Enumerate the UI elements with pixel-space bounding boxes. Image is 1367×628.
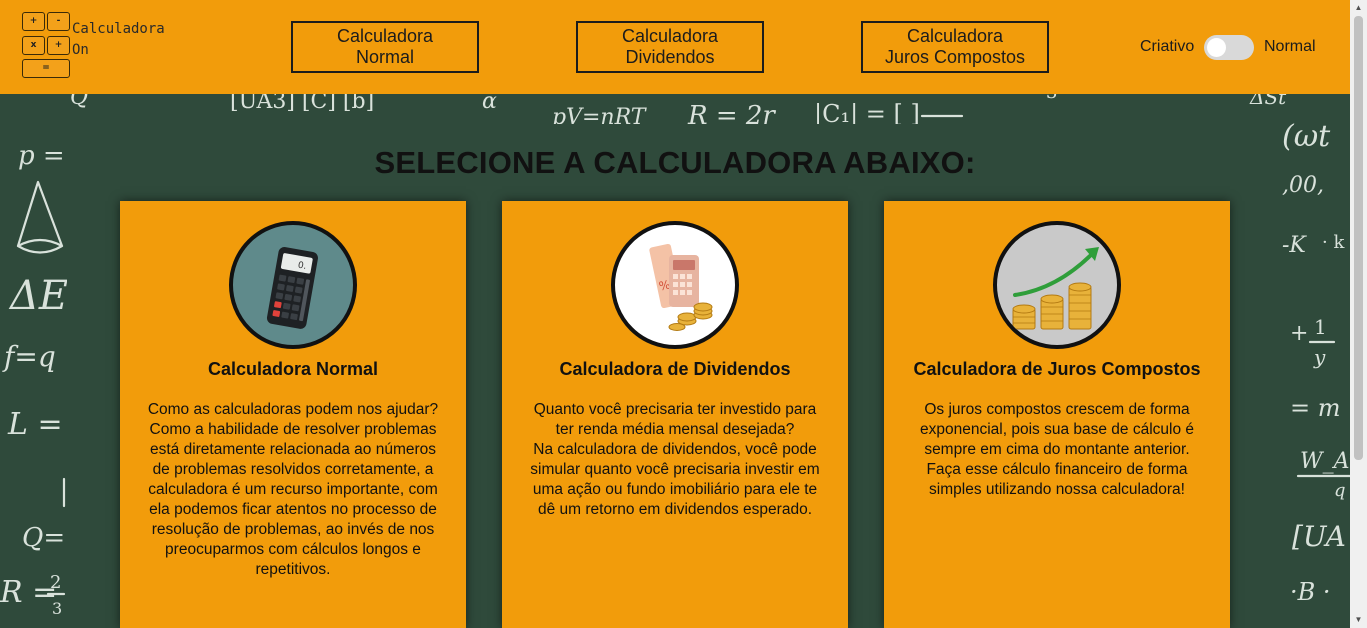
card-description: Como as calculadoras podem nos ajudar? C… (147, 401, 439, 578)
svg-text:[UA3] [C] [b]: [UA3] [C] [b] (230, 94, 374, 114)
svg-text:Q: Q (70, 94, 88, 110)
dividend-calculator-icon: % (611, 221, 739, 349)
card-description: Os juros compostos crescem de forma expo… (919, 401, 1195, 498)
svg-text:+: + (1290, 321, 1308, 346)
logo-key: x (22, 36, 45, 55)
calculator-icon: 0. (229, 221, 357, 349)
svg-text:2: 2 (50, 572, 61, 593)
nav-calculadora-normal-button[interactable]: Calculadora Normal (291, 21, 479, 73)
nav-button-label: Juros Compostos (884, 47, 1026, 67)
svg-text:· k: · k (1322, 232, 1345, 253)
vertical-scrollbar[interactable]: ▲ ▼ (1350, 0, 1367, 628)
svg-text:α: α (482, 94, 497, 114)
header: + - x + = Calculadora On Calculadora Nor… (0, 0, 1350, 94)
svg-text:3: 3 (52, 599, 62, 618)
svg-text:ΔSt: ΔSt (1249, 94, 1287, 109)
logo-key: = (22, 59, 70, 78)
toggle-label-normal: Normal (1264, 38, 1316, 55)
nav-button-label: Normal (355, 47, 414, 67)
card-title: Calculadora de Juros Compostos (913, 359, 1201, 379)
scroll-up-icon[interactable]: ▲ (1350, 0, 1367, 16)
card-calculadora-normal[interactable]: 0. Calculadora Normal Como as calculador… (120, 201, 466, 628)
svg-text:L =: L = (7, 407, 63, 442)
nav-button-label: Dividendos (625, 47, 715, 67)
svg-text:W_A*: W_A* (1300, 449, 1350, 474)
theme-switch[interactable] (1204, 35, 1254, 60)
card-title: Calculadora de Dividendos (559, 359, 791, 379)
scroll-down-icon[interactable]: ▼ (1350, 612, 1367, 628)
logo[interactable]: + - x + = Calculadora On (22, 12, 165, 80)
logo-key: + (47, 36, 70, 55)
svg-text:f=q: f=q (2, 340, 56, 373)
nav-button-label: Calculadora (336, 26, 434, 46)
svg-text:1: 1 (1314, 315, 1327, 339)
nav-button-label: Calculadora (621, 26, 719, 46)
svg-text:= m: = m (1290, 394, 1341, 422)
svg-text:Q=: Q= (22, 523, 65, 553)
svg-text:0.: 0. (297, 261, 307, 272)
calculator-logo-icon: + - x + = (22, 12, 72, 78)
toggle-label-criativo: Criativo (1140, 38, 1195, 55)
svg-text:ΔE: ΔE (8, 273, 68, 319)
switch-knob (1207, 38, 1226, 57)
svg-text:-K: -K (1282, 233, 1307, 258)
card-calculadora-juros-compostos[interactable]: Calculadora de Juros Compostos Os juros … (884, 201, 1230, 628)
svg-text:y: y (1313, 345, 1326, 369)
scroll-thumb[interactable] (1354, 16, 1363, 460)
nav-calculadora-juros-compostos-button[interactable]: Calculadora Juros Compostos (861, 21, 1049, 73)
svg-text:[UA: [UA (1292, 520, 1346, 553)
svg-text:R =: R = (0, 575, 57, 610)
page-title: SELECIONE A CALCULADORA ABAIXO: (374, 145, 976, 180)
logo-key: - (47, 12, 70, 31)
svg-text:·B ·: ·B · (1290, 578, 1331, 606)
logo-key: + (22, 12, 45, 31)
card-description: Quanto você precisaria ter investido par… (530, 401, 820, 518)
card-calculadora-dividendos[interactable]: % Calculadora de Dividendos Quanto você … (502, 201, 848, 628)
svg-text:q: q (1334, 480, 1346, 501)
nav-button-label: Calculadora (906, 26, 1004, 46)
card-title: Calculadora Normal (207, 359, 379, 379)
logo-text: Calculadora On (72, 21, 165, 58)
coins-growth-icon (993, 221, 1121, 349)
nav-calculadora-dividendos-button[interactable]: Calculadora Dividendos (576, 21, 764, 73)
svg-text:3: 3 (1046, 94, 1057, 103)
